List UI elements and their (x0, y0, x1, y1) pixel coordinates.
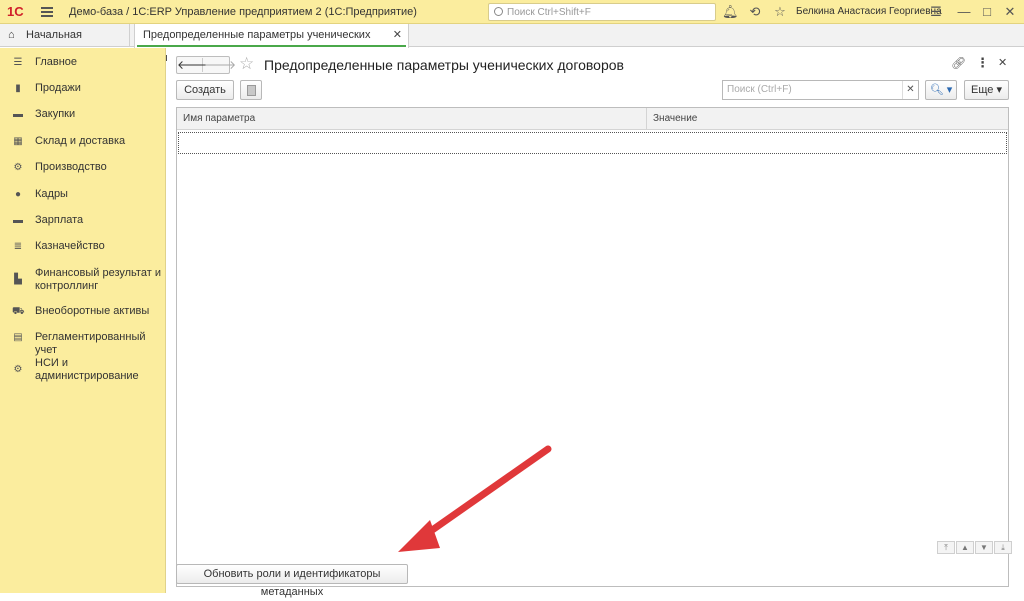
scroll-down-icon[interactable]: ▼ (975, 541, 993, 554)
copy-button[interactable] (240, 80, 262, 100)
update-roles-button[interactable]: Обновить роли и идентификаторы метаданны… (176, 564, 408, 598)
menu-icon: ☰ (13, 57, 23, 68)
person-icon: ● (14, 189, 22, 200)
history-icon[interactable]: ⟲ (747, 4, 763, 20)
table-row[interactable] (178, 132, 1007, 154)
active-tab-indicator (137, 45, 406, 47)
sidebar-item-fixed-assets[interactable]: ⛟ Внеоборотные активы (0, 305, 166, 318)
page-title: Предопределенные параметры ученических д… (264, 57, 624, 73)
cart-icon: ▬ (13, 109, 23, 120)
create-button[interactable]: Создать (176, 80, 234, 100)
clear-search-icon[interactable]: ✕ (902, 81, 918, 99)
tab-active-form[interactable]: Предопределенные параметры ученических д… (134, 24, 409, 64)
tab-home[interactable]: ⌂Начальная страница (0, 24, 130, 64)
forward-arrow-icon[interactable]: 🡒 (204, 58, 236, 72)
maximize-icon[interactable]: □ (979, 4, 995, 20)
factory-icon: ⚙ (13, 162, 23, 173)
sidebar-item-warehouse[interactable]: ▦ Склад и доставка (0, 135, 166, 148)
close-tab-icon[interactable]: ✕ (393, 24, 402, 47)
form-area: 🡐 🡒 ☆ Предопределенные параметры учениче… (167, 48, 1024, 598)
link-icon[interactable]: 🔗︎ (951, 56, 966, 70)
back-arrow-icon[interactable]: 🡐 (177, 58, 209, 72)
global-search-input[interactable]: Поиск Ctrl+Shift+F (488, 3, 716, 21)
search-button[interactable]: 🔍︎ ▾ (925, 80, 957, 100)
sidebar-item-label: Зарплата (35, 214, 84, 226)
column-header-param-name[interactable]: Имя параметра (177, 108, 647, 130)
sidebar-item-label: Закупки (35, 108, 76, 120)
sidebar-item-label: Продажи (35, 82, 81, 94)
sidebar-item-regulated-accounting[interactable]: ▤ Регламентированный учет (0, 331, 166, 357)
scroll-top-icon[interactable]: ⤒ (937, 541, 955, 554)
search-icon: 🔍︎ ▾ (929, 84, 953, 96)
bell-icon[interactable]: 🔔︎ (722, 4, 739, 20)
warehouse-icon: ▦ (13, 136, 23, 147)
sidebar-item-label: Склад и доставка (35, 135, 126, 147)
sidebar-item-treasury[interactable]: ≣ Казначейство (0, 240, 166, 253)
title-bar: 1С Демо-база / 1С:ERP Управление предпри… (0, 0, 1024, 24)
search-icon (494, 7, 503, 16)
sidebar: ☰ Главное ▮ Продажи ▬ Закупки ▦ Склад и дост… (0, 48, 166, 593)
more-label: Еще (971, 84, 994, 96)
tabs-bar: ⌂Начальная страница Предопределенные пар… (0, 24, 1024, 64)
sidebar-item-production[interactable]: ⚙ Производство (0, 161, 166, 174)
user-name[interactable]: Белкина Анастасия Георгиевна (796, 6, 942, 17)
favorite-star-icon[interactable]: ☆ (239, 54, 254, 74)
nav-buttons: 🡐 🡒 (176, 56, 236, 74)
bag-icon: ▮ (15, 83, 21, 94)
main-menu-icon[interactable] (41, 5, 53, 19)
sidebar-item-label: Регламентированный учет (35, 331, 146, 356)
gear-icon: ⚙ (13, 364, 23, 375)
app-logo: 1С (7, 4, 24, 19)
sidebar-item-sales[interactable]: ▮ Продажи (0, 82, 166, 95)
favorites-star-icon[interactable]: ☆ (772, 4, 788, 20)
global-search-placeholder: Поиск Ctrl+Shift+F (507, 7, 591, 18)
sidebar-item-purchases[interactable]: ▬ Закупки (0, 108, 166, 121)
list-search-input[interactable]: Поиск (Ctrl+F) ✕ (722, 80, 919, 100)
sidebar-item-label: Казначейство (35, 240, 105, 252)
sidebar-item-label: Производство (35, 161, 107, 173)
sidebar-item-label: НСИ и администрирование (35, 357, 139, 382)
parameters-table[interactable]: Имя параметра Значение (176, 107, 1009, 587)
truck-icon: ⛟ (12, 306, 25, 317)
table-header: Имя параметра Значение (177, 108, 1008, 130)
sidebar-item-hr[interactable]: ● Кадры (0, 188, 166, 201)
sidebar-item-salary[interactable]: ▬ Зарплата (0, 214, 166, 227)
coins-icon: ≣ (13, 241, 23, 252)
sidebar-item-label: Главное (35, 56, 78, 68)
scroll-up-icon[interactable]: ▲ (956, 541, 974, 554)
minimize-icon[interactable]: — (956, 4, 972, 20)
sidebar-item-label: Финансовый результат и контроллинг (35, 267, 161, 292)
wallet-icon: ▬ (13, 215, 23, 226)
sidebar-item-main[interactable]: ☰ Главное (0, 56, 166, 69)
settings-menu-icon[interactable]: ☰ (928, 4, 944, 20)
more-vertical-icon[interactable]: ⋮ (976, 55, 989, 71)
close-window-icon[interactable]: ✕ (1002, 4, 1018, 20)
close-form-icon[interactable]: ✕ (998, 56, 1007, 69)
document-icon: ▤ (13, 332, 23, 343)
sidebar-item-admin[interactable]: ⚙ НСИ и администрирование (0, 357, 166, 383)
chart-icon: ▙ (14, 274, 22, 285)
column-header-value[interactable]: Значение (647, 108, 1008, 130)
scroll-bottom-icon[interactable]: ⤓ (994, 541, 1012, 554)
app-title: Демо-база / 1С:ERP Управление предприяти… (69, 6, 417, 18)
sidebar-item-label: Внеоборотные активы (35, 305, 150, 317)
list-search-placeholder: Поиск (Ctrl+F) (727, 84, 792, 95)
sidebar-item-finance[interactable]: ▙ Финансовый результат и контроллинг (0, 267, 166, 293)
more-actions-button[interactable]: Еще ▾ (964, 80, 1009, 100)
home-icon: ⌂ (8, 29, 15, 41)
sidebar-item-label: Кадры (35, 188, 68, 200)
copy-icon (247, 85, 256, 96)
